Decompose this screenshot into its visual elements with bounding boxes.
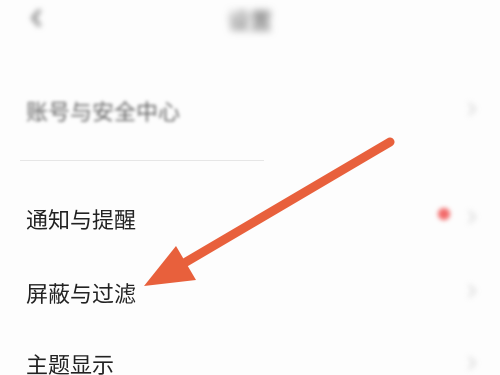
- chevron-right-icon: [468, 210, 476, 224]
- menu-item-notifications[interactable]: 通知与提醒: [0, 188, 500, 244]
- notification-badge-dot: [438, 208, 450, 220]
- menu-item-label: 主题显示: [26, 354, 115, 375]
- menu-item-label: 屏蔽与过滤: [26, 283, 137, 308]
- page-title: 设置: [227, 10, 272, 35]
- divider: [20, 160, 264, 161]
- chevron-right-icon: [468, 284, 476, 298]
- settings-screen: 设置 账号与安全中心 通知与提醒 屏蔽与过滤 主题显示: [0, 0, 500, 375]
- chevron-right-icon: [468, 356, 476, 370]
- menu-item-account-security[interactable]: 账号与安全中心: [0, 80, 500, 136]
- chevron-left-icon[interactable]: [28, 6, 46, 30]
- chevron-right-icon: [468, 102, 476, 116]
- menu-item-block-filter[interactable]: 屏蔽与过滤: [0, 262, 500, 318]
- menu-item-label: 账号与安全中心: [26, 101, 181, 126]
- menu-item-theme-display[interactable]: 主题显示: [0, 336, 500, 375]
- top-bar: 设置: [0, 0, 500, 44]
- menu-item-label: 通知与提醒: [26, 209, 137, 234]
